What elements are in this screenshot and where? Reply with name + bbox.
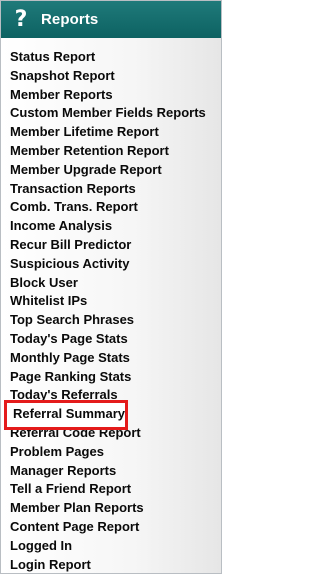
menu-item-todays-page-stats[interactable]: Today's Page Stats [10, 330, 220, 349]
menu-item-problem-pages[interactable]: Problem Pages [10, 443, 220, 462]
reports-panel: ? Reports Status Report Snapshot Report … [0, 0, 222, 574]
menu-item-transaction-reports[interactable]: Transaction Reports [10, 180, 220, 199]
menu-item-page-ranking-stats[interactable]: Page Ranking Stats [10, 368, 220, 387]
reports-menu: Status Report Snapshot Report Member Rep… [10, 48, 220, 573]
menu-item-member-retention-report[interactable]: Member Retention Report [10, 142, 220, 161]
panel-title: Reports [41, 11, 99, 28]
referral-summary-highlight[interactable]: Referral Summary [4, 400, 128, 430]
highlight-label: Referral Summary [13, 406, 125, 421]
menu-item-login-report[interactable]: Login Report [10, 556, 220, 573]
menu-item-income-analysis[interactable]: Income Analysis [10, 217, 220, 236]
menu-item-member-upgrade-report[interactable]: Member Upgrade Report [10, 161, 220, 180]
menu-item-member-plan-reports[interactable]: Member Plan Reports [10, 499, 220, 518]
menu-item-top-search-phrases[interactable]: Top Search Phrases [10, 311, 220, 330]
menu-item-suspicious-activity[interactable]: Suspicious Activity [10, 255, 220, 274]
question-mark-icon[interactable]: ? [10, 8, 32, 32]
menu-item-member-lifetime-report[interactable]: Member Lifetime Report [10, 123, 220, 142]
menu-item-status-report[interactable]: Status Report [10, 48, 220, 67]
reports-header: ? Reports [1, 1, 221, 38]
menu-item-recur-bill-predictor[interactable]: Recur Bill Predictor [10, 236, 220, 255]
menu-item-block-user[interactable]: Block User [10, 274, 220, 293]
menu-item-manager-reports[interactable]: Manager Reports [10, 462, 220, 481]
menu-item-snapshot-report[interactable]: Snapshot Report [10, 67, 220, 86]
menu-item-whitelist-ips[interactable]: Whitelist IPs [10, 292, 220, 311]
menu-item-content-page-report[interactable]: Content Page Report [10, 518, 220, 537]
menu-item-tell-a-friend-report[interactable]: Tell a Friend Report [10, 480, 220, 499]
menu-item-member-reports[interactable]: Member Reports [10, 86, 220, 105]
menu-item-monthly-page-stats[interactable]: Monthly Page Stats [10, 349, 220, 368]
menu-item-custom-member-fields-reports[interactable]: Custom Member Fields Reports [10, 104, 220, 123]
menu-item-logged-in[interactable]: Logged In [10, 537, 220, 556]
menu-item-comb-trans-report[interactable]: Comb. Trans. Report [10, 198, 220, 217]
